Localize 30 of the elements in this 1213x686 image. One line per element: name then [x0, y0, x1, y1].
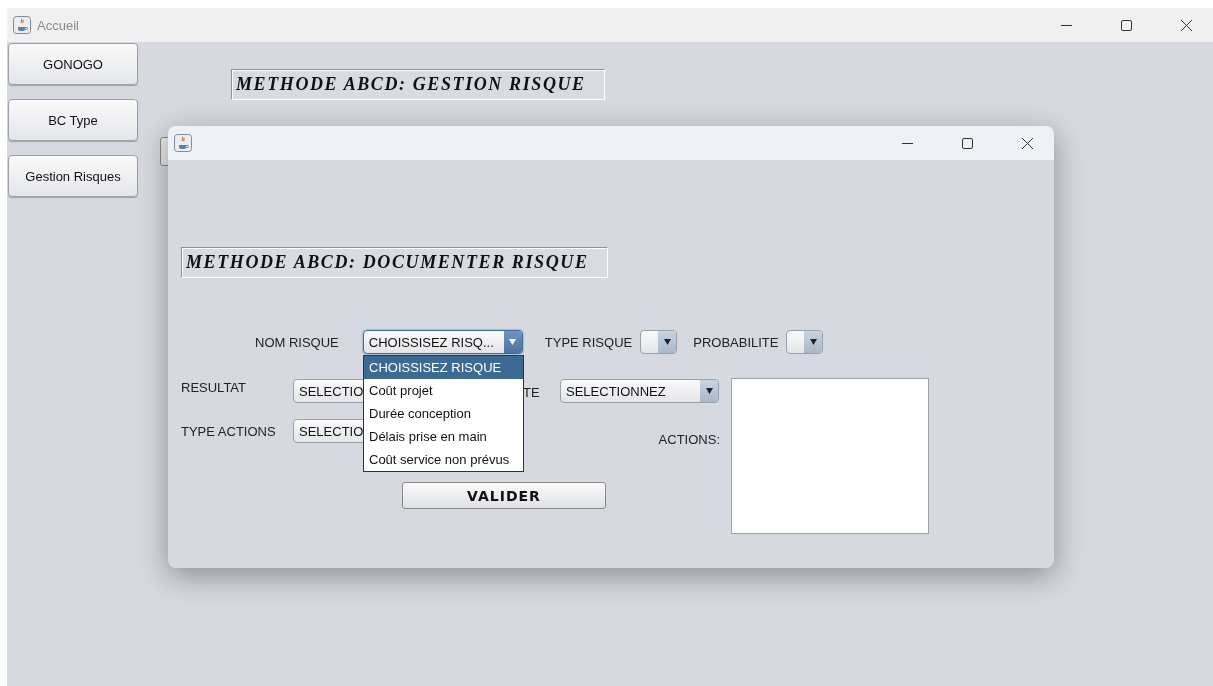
window-title: Accueil [37, 17, 79, 33]
field-label: TYPE ACTIONS [181, 423, 276, 439]
combo-box[interactable] [786, 330, 824, 354]
dropdown-arrow-icon [663, 339, 671, 345]
combo-box[interactable]: SELECTIONNEZ [560, 379, 719, 403]
nav-button[interactable]: Gestion Risques [8, 155, 138, 197]
field-label: TYPE RISQUE [544, 334, 633, 350]
dropdown-arrow-icon [809, 339, 817, 345]
page-heading: METHODE ABCD: GESTION RISQUE [231, 69, 605, 100]
field-label: NOM RISQUE [255, 334, 339, 350]
form-heading: METHODE ABCD: DOCUMENTER RISQUE [181, 247, 608, 278]
dropdown-arrow-icon [509, 339, 517, 345]
field-label: TE [523, 385, 540, 400]
actions-text-area[interactable] [731, 378, 929, 534]
combo-box[interactable]: CHOISSISEZ RISQ... [362, 330, 523, 354]
dropdown-option[interactable]: CHOISSISEZ RISQUE [364, 356, 523, 379]
submit-button[interactable]: VALIDER [402, 482, 606, 509]
nav-button[interactable]: BC Type [8, 99, 138, 141]
maximize-icon [961, 137, 973, 149]
combo-box[interactable] [640, 330, 678, 354]
field-label: PROBABILITE [693, 334, 779, 350]
close-icon [1021, 137, 1033, 149]
maximize-icon [1120, 19, 1132, 31]
field-label: RESULTAT [181, 380, 246, 395]
nav-button[interactable]: GONOGO [8, 43, 138, 85]
java-cup-icon [174, 134, 192, 152]
close-icon [1180, 19, 1192, 31]
dropdown-arrow-icon [705, 388, 713, 394]
field-label: ACTIONS: [658, 431, 720, 447]
java-cup-icon [13, 16, 31, 34]
